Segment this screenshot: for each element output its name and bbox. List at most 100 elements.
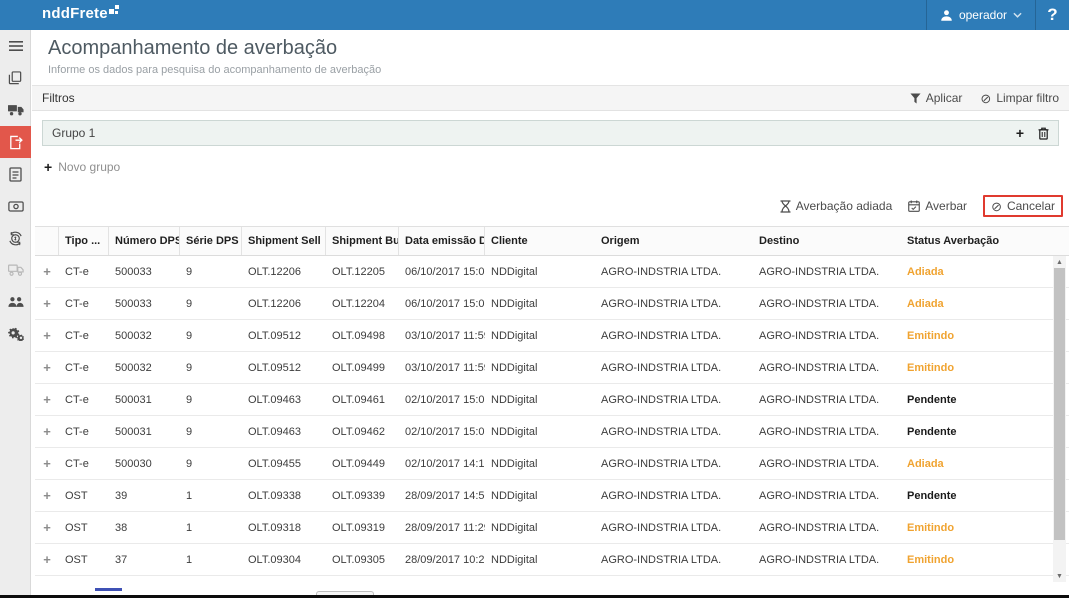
- sidebar-item-settings[interactable]: [0, 318, 31, 350]
- cell-serie-dps: 9: [180, 298, 242, 310]
- cell-status: Pendente: [901, 426, 1051, 438]
- cell-shipment-sell: OLT.09338: [242, 490, 326, 502]
- cell-serie-dps: 9: [180, 362, 242, 374]
- new-group-button[interactable]: + Novo grupo: [44, 160, 120, 174]
- menu-icon: [9, 41, 23, 51]
- column-header-status[interactable]: Status Averbação: [901, 227, 1051, 255]
- table-row[interactable]: + OST 37 1 OLT.09304 OLT.09305 28/09/201…: [35, 544, 1069, 576]
- table-row[interactable]: + CT-e 500032 9 OLT.09512 OLT.09498 03/1…: [35, 320, 1069, 352]
- pagination-active-indicator[interactable]: [95, 588, 122, 591]
- endorse-label: Averbar: [925, 199, 967, 213]
- table-row[interactable]: + CT-e 500031 9 OLT.09463 OLT.09462 02/1…: [35, 416, 1069, 448]
- cell-numero-dps: 500031: [109, 426, 180, 438]
- table-row[interactable]: + CT-e 500031 9 OLT.09463 OLT.09461 02/1…: [35, 384, 1069, 416]
- user-menu[interactable]: operador: [926, 0, 1035, 30]
- clear-filter-button[interactable]: ⊘ Limpar filtro: [980, 91, 1059, 105]
- column-header-numero-dps[interactable]: Número DPS: [109, 227, 180, 255]
- filter-group-title: Grupo 1: [52, 126, 95, 140]
- cell-origem: AGRO-INDSTRIA LTDA.: [595, 458, 753, 470]
- expand-row-icon[interactable]: +: [35, 392, 59, 407]
- scrollbar-thumb[interactable]: [1054, 268, 1065, 540]
- expand-row-icon[interactable]: +: [35, 296, 59, 311]
- apply-filter-button[interactable]: Aplicar: [910, 91, 963, 105]
- sidebar-item-payments[interactable]: [0, 190, 31, 222]
- cell-cliente: NDDigital: [485, 394, 595, 406]
- column-header-tipo[interactable]: Tipo ...: [59, 227, 109, 255]
- scrollbar-track[interactable]: [1053, 268, 1066, 570]
- column-header-expand: [35, 227, 59, 255]
- cell-shipment-sell: OLT.09512: [242, 362, 326, 374]
- clear-filter-label: Limpar filtro: [996, 91, 1059, 105]
- vertical-scrollbar[interactable]: ▲ ▼: [1053, 256, 1066, 582]
- expand-row-icon[interactable]: +: [35, 328, 59, 343]
- column-header-destino[interactable]: Destino: [753, 227, 901, 255]
- chevron-down-icon: [1013, 12, 1022, 18]
- postpone-endorsement-button[interactable]: Averbação adiada: [780, 199, 893, 213]
- sidebar-item-delivery[interactable]: [0, 254, 31, 286]
- cell-data-emissao: 02/10/2017 15:01: [399, 426, 485, 438]
- cell-origem: AGRO-INDSTRIA LTDA.: [595, 490, 753, 502]
- expand-row-icon[interactable]: +: [35, 360, 59, 375]
- cell-numero-dps: 500033: [109, 266, 180, 278]
- expand-row-icon[interactable]: +: [35, 488, 59, 503]
- cell-shipment-buy: OLT.09449: [326, 458, 399, 470]
- cancel-button[interactable]: ⊘ Cancelar: [983, 195, 1063, 217]
- cell-origem: AGRO-INDSTRIA LTDA.: [595, 266, 753, 278]
- column-header-cliente[interactable]: Cliente: [485, 227, 595, 255]
- expand-row-icon[interactable]: +: [35, 520, 59, 535]
- cell-numero-dps: 39: [109, 490, 180, 502]
- cell-data-emissao: 28/09/2017 14:50: [399, 490, 485, 502]
- sidebar-item-money-exchange[interactable]: [0, 222, 31, 254]
- column-header-origem[interactable]: Origem: [595, 227, 753, 255]
- cell-data-emissao: 06/10/2017 15:07: [399, 298, 485, 310]
- expand-row-icon[interactable]: +: [35, 424, 59, 439]
- expand-row-icon[interactable]: +: [35, 264, 59, 279]
- table-row[interactable]: + OST 39 1 OLT.09338 OLT.09339 28/09/201…: [35, 480, 1069, 512]
- table-row[interactable]: + CT-e 500033 9 OLT.12206 OLT.12205 06/1…: [35, 256, 1069, 288]
- sidebar-item-menu[interactable]: [0, 30, 31, 62]
- page-title: Acompanhamento de averbação: [48, 37, 1053, 60]
- column-header-data-emissao[interactable]: Data emissão DPS: [399, 227, 485, 255]
- cell-destino: AGRO-INDSTRIA LTDA.: [753, 522, 901, 534]
- expand-row-icon[interactable]: +: [35, 456, 59, 471]
- table-row[interactable]: + CT-e 500032 9 OLT.09512 OLT.09499 03/1…: [35, 352, 1069, 384]
- filter-group-panel[interactable]: Grupo 1 +: [42, 120, 1059, 146]
- funnel-icon: [910, 93, 921, 104]
- cell-data-emissao: 06/10/2017 15:07: [399, 266, 485, 278]
- copy-pages-icon: [8, 71, 23, 86]
- scroll-up-icon[interactable]: ▲: [1053, 256, 1066, 268]
- delete-group-button[interactable]: [1038, 127, 1049, 140]
- column-header-shipment-buy[interactable]: Shipment Buy: [326, 227, 399, 255]
- cell-data-emissao: 02/10/2017 14:16: [399, 458, 485, 470]
- scroll-down-icon[interactable]: ▼: [1053, 570, 1066, 582]
- column-header-serie-dps[interactable]: Série DPS: [180, 227, 242, 255]
- sidebar-item-freight[interactable]: [0, 94, 31, 126]
- cell-destino: AGRO-INDSTRIA LTDA.: [753, 554, 901, 566]
- column-header-shipment-sell[interactable]: Shipment Sell: [242, 227, 326, 255]
- money-exchange-icon: [8, 231, 23, 246]
- help-button[interactable]: ?: [1035, 0, 1069, 30]
- cell-origem: AGRO-INDSTRIA LTDA.: [595, 298, 753, 310]
- cell-tipo: CT-e: [59, 458, 109, 470]
- filter-group-actions: +: [1016, 126, 1049, 140]
- logo-squares-icon: [109, 5, 120, 16]
- export-document-icon: [8, 135, 23, 150]
- truck-icon: [8, 104, 24, 116]
- endorse-button[interactable]: Averbar: [908, 199, 967, 213]
- cell-shipment-buy: OLT.12204: [326, 298, 399, 310]
- cell-serie-dps: 9: [180, 394, 242, 406]
- sidebar-item-document[interactable]: [0, 158, 31, 190]
- table-row[interactable]: + OST 38 1 OLT.09318 OLT.09319 28/09/201…: [35, 512, 1069, 544]
- sidebar-item-documents[interactable]: [0, 62, 31, 94]
- expand-row-icon[interactable]: +: [35, 552, 59, 567]
- cell-shipment-sell: OLT.09304: [242, 554, 326, 566]
- hourglass-icon: [780, 200, 791, 213]
- sidebar-item-averbacao[interactable]: [0, 126, 31, 158]
- add-filter-icon[interactable]: +: [1016, 126, 1024, 140]
- table-body: + CT-e 500033 9 OLT.12206 OLT.12205 06/1…: [35, 256, 1069, 576]
- table-row[interactable]: + CT-e 500033 9 OLT.12206 OLT.12204 06/1…: [35, 288, 1069, 320]
- sidebar-item-users[interactable]: [0, 286, 31, 318]
- cell-origem: AGRO-INDSTRIA LTDA.: [595, 554, 753, 566]
- table-row[interactable]: + CT-e 500030 9 OLT.09455 OLT.09449 02/1…: [35, 448, 1069, 480]
- document-icon: [9, 167, 22, 182]
